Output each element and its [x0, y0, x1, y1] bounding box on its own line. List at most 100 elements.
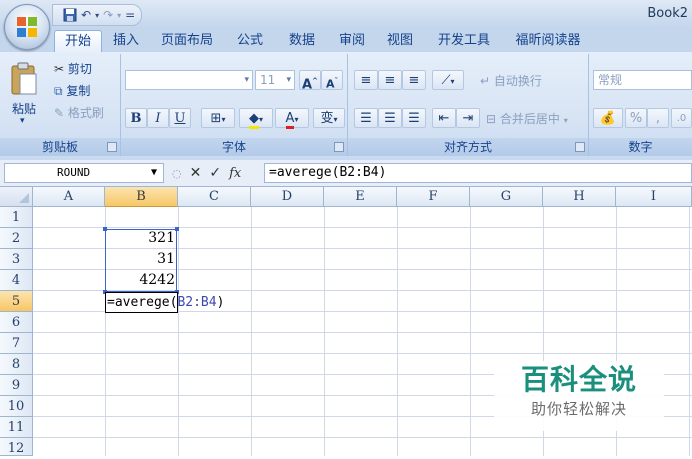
- merge-center-label: 合并后居中: [499, 112, 560, 126]
- number-format-combo[interactable]: 常规: [593, 70, 692, 90]
- wrap-text-icon: ↵: [480, 74, 491, 88]
- column-header-f[interactable]: F: [397, 187, 470, 207]
- clipboard-dialog-launcher[interactable]: [107, 142, 117, 152]
- column-header-i[interactable]: I: [616, 187, 692, 207]
- font-size-dropdown-icon: ▾: [286, 75, 291, 85]
- tab-review[interactable]: 审阅: [332, 30, 372, 52]
- tab-insert[interactable]: 插入: [106, 30, 146, 52]
- column-header-b[interactable]: B: [105, 187, 178, 207]
- formula-bar-toggle-icon[interactable]: ◌: [172, 167, 182, 180]
- row-header-8[interactable]: 8: [0, 354, 33, 375]
- shrink-font-button[interactable]: Aˇ: [321, 70, 343, 91]
- copy-button[interactable]: ⧉ 复制: [54, 82, 90, 99]
- font-dialog-launcher[interactable]: [334, 142, 344, 152]
- grow-font-button[interactable]: A^: [299, 70, 321, 92]
- align-middle-button[interactable]: ≡: [378, 70, 402, 90]
- column-header-d[interactable]: D: [251, 187, 324, 207]
- column-header-h[interactable]: H: [543, 187, 616, 207]
- select-all-button[interactable]: [0, 187, 33, 207]
- row-header-3[interactable]: 3: [0, 249, 33, 270]
- alignment-dialog-launcher[interactable]: [575, 142, 585, 152]
- phonetic-button[interactable]: 变▾: [313, 108, 345, 128]
- underline-button[interactable]: U: [169, 108, 191, 128]
- row-header-10[interactable]: 10: [0, 396, 33, 417]
- bold-button[interactable]: B: [125, 108, 147, 128]
- cell-b5-editor[interactable]: =averege(B2:B4): [107, 292, 224, 313]
- row-header-9[interactable]: 9: [0, 375, 33, 396]
- tab-page-layout[interactable]: 页面布局: [152, 30, 222, 52]
- quick-access-toolbar: ↶ ▾ ↷ ▾ =: [52, 4, 143, 26]
- tab-data[interactable]: 数据: [282, 30, 322, 52]
- tab-foxit-reader[interactable]: 福昕阅读器: [506, 30, 590, 52]
- name-box-dropdown-icon[interactable]: ▼: [151, 164, 157, 182]
- range-handle[interactable]: [175, 227, 179, 231]
- column-header-g[interactable]: G: [470, 187, 543, 207]
- increase-indent-button[interactable]: ⇥: [456, 108, 480, 128]
- alignment-group: ≡ ≡ ≡ ⟋▾ ↵ 自动换行 ☰ ☰ ☰ ⇤ ⇥ ⊟ 合并后居中 ▾ 对齐方式: [348, 54, 589, 156]
- formula-input[interactable]: =averege(B2:B4): [264, 163, 692, 183]
- orientation-button[interactable]: ⟋▾: [432, 70, 464, 90]
- redo-icon[interactable]: ↷: [103, 8, 113, 22]
- tab-developer[interactable]: 开发工具: [430, 30, 498, 52]
- border-button[interactable]: ⊞▾: [201, 108, 235, 128]
- customize-qat-button[interactable]: =: [125, 8, 135, 22]
- tab-formulas[interactable]: 公式: [230, 30, 270, 52]
- cut-label: 剪切: [67, 62, 92, 76]
- formula-bar: ROUND ▼ ◌ ✕ ✓ fx =averege(B2:B4): [0, 160, 692, 187]
- paste-icon: [11, 62, 37, 95]
- name-box-value: ROUND: [57, 166, 91, 179]
- row-header-1[interactable]: 1: [0, 207, 33, 228]
- font-size-combo[interactable]: 11 ▾: [255, 70, 295, 90]
- undo-icon[interactable]: ↶: [81, 8, 91, 22]
- range-handle[interactable]: [103, 227, 107, 231]
- format-painter-button[interactable]: ✎ 格式刷: [54, 104, 104, 121]
- tab-home[interactable]: 开始: [54, 30, 102, 53]
- percent-button[interactable]: %: [625, 108, 647, 128]
- align-top-button[interactable]: ≡: [354, 70, 378, 90]
- row-header-2[interactable]: 2: [0, 228, 33, 249]
- merge-center-icon: ⊟: [486, 112, 497, 126]
- column-header-a[interactable]: A: [33, 187, 105, 207]
- align-bottom-button[interactable]: ≡: [402, 70, 426, 90]
- clipboard-group-label: 剪贴板: [0, 138, 120, 156]
- editing-formula-reference: B2:B4: [177, 295, 217, 310]
- increase-decimal-button[interactable]: .0: [671, 108, 692, 128]
- merge-center-button[interactable]: ⊟ 合并后居中 ▾: [486, 110, 568, 127]
- window-title: Book2: [647, 6, 688, 21]
- currency-button[interactable]: 💰: [593, 108, 623, 128]
- insert-function-icon[interactable]: fx: [229, 166, 241, 181]
- row-header-4[interactable]: 4: [0, 270, 33, 291]
- italic-button[interactable]: I: [147, 108, 169, 128]
- wrap-text-button[interactable]: ↵ 自动换行: [480, 72, 542, 89]
- align-center-button[interactable]: ☰: [378, 108, 402, 128]
- align-left-button[interactable]: ☰: [354, 108, 378, 128]
- decrease-indent-button[interactable]: ⇤: [432, 108, 456, 128]
- referenced-range-highlight: [103, 227, 179, 294]
- alignment-group-label: 对齐方式: [348, 138, 588, 156]
- redo-dropdown-icon[interactable]: ▾: [117, 11, 121, 20]
- font-name-combo[interactable]: ▾: [125, 70, 253, 90]
- column-header-c[interactable]: C: [178, 187, 251, 207]
- cancel-icon[interactable]: ✕: [190, 165, 202, 181]
- fill-color-icon: ◆: [248, 111, 259, 129]
- cut-button[interactable]: ✂ 剪切: [54, 60, 92, 77]
- save-icon[interactable]: [63, 8, 77, 22]
- paste-button[interactable]: 粘贴 ▾: [2, 56, 44, 134]
- office-button[interactable]: [4, 4, 50, 50]
- fill-color-button[interactable]: ◆▾: [239, 108, 273, 129]
- row-header-11[interactable]: 11: [0, 417, 33, 438]
- row-header-7[interactable]: 7: [0, 333, 33, 354]
- enter-icon[interactable]: ✓: [209, 165, 221, 181]
- row-header-6[interactable]: 6: [0, 312, 33, 333]
- align-right-button[interactable]: ☰: [402, 108, 426, 128]
- paste-label: 粘贴: [12, 102, 37, 116]
- row-header-12[interactable]: 12: [0, 438, 33, 456]
- row-header-5[interactable]: 5: [0, 291, 33, 312]
- font-color-button[interactable]: A▾: [275, 108, 309, 129]
- undo-dropdown-icon[interactable]: ▾: [95, 11, 99, 20]
- comma-button[interactable]: ,: [647, 108, 669, 128]
- tab-view[interactable]: 视图: [380, 30, 420, 52]
- name-box[interactable]: ROUND ▼: [4, 163, 164, 183]
- gridline: [33, 332, 692, 333]
- column-header-e[interactable]: E: [324, 187, 397, 207]
